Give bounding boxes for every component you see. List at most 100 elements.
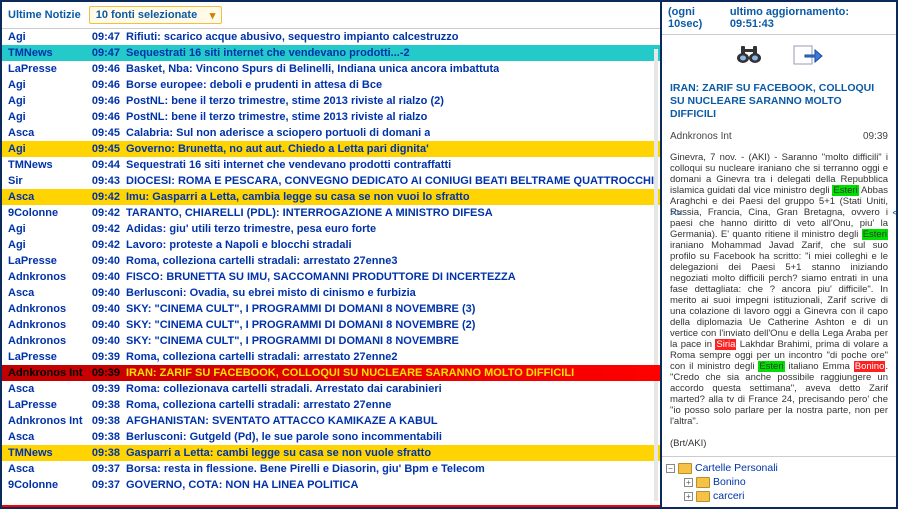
- news-time: 09:38: [84, 446, 120, 460]
- news-source: Asca: [8, 126, 84, 140]
- news-source: Adnkronos: [8, 334, 84, 348]
- news-row[interactable]: Agi09:46 PostNL: bene il terzo trimestre,…: [2, 93, 660, 109]
- detail-time: 09:39: [863, 131, 888, 142]
- news-row[interactable]: Adnkronos09:40FISCO: BRUNETTA SU IMU, SA…: [2, 269, 660, 285]
- news-row[interactable]: TMNews09:47Sequestrati 16 siti internet …: [2, 45, 660, 61]
- news-row[interactable]: Agi09:42Lavoro: proteste a Napoli e bloc…: [2, 237, 660, 253]
- news-time: 09:44: [84, 158, 120, 172]
- news-row[interactable]: Asca09:37Borsa: resta in flessione. Bene…: [2, 461, 660, 477]
- news-row[interactable]: Agi09:47Rifiuti: scarico acque abusivo, …: [2, 29, 660, 45]
- news-title: Borsa: resta in flessione. Bene Pirelli …: [126, 462, 485, 476]
- news-title: IRAN: ZARIF SU FACEBOOK, COLLOQUI SU NUC…: [126, 366, 574, 380]
- news-title: Sequestrati 16 siti internet che vendeva…: [126, 158, 451, 172]
- news-time: 09:39: [84, 366, 120, 380]
- news-row[interactable]: Asca09:45Calabria: Sul non aderisce a sc…: [2, 125, 660, 141]
- news-time: 09:40: [84, 318, 120, 332]
- binoculars-icon[interactable]: [735, 43, 763, 70]
- tree-root[interactable]: − Cartelle Personali: [666, 461, 892, 475]
- news-source: 9Colonne: [8, 478, 84, 492]
- news-row[interactable]: LaPresse09:39Roma, colleziona cartelli s…: [2, 349, 660, 365]
- news-source: Asca: [8, 286, 84, 300]
- news-row[interactable]: Adnkronos09:40SKY: "CINEMA CULT", I PROG…: [2, 317, 660, 333]
- sources-dropdown[interactable]: 10 fonti selezionate: [89, 6, 222, 24]
- news-title: Sequestrati 16 siti internet che vendeva…: [126, 46, 410, 60]
- next-arrow-icon: <<: [892, 208, 896, 219]
- detail-signoff: (Brt/AKI): [670, 438, 706, 449]
- news-title: SKY: "CINEMA CULT", I PROGRAMMI DI DOMAN…: [126, 302, 475, 316]
- news-time: 09:46: [84, 110, 120, 124]
- news-source: LaPresse: [8, 254, 84, 268]
- news-row[interactable]: TMNews09:44Sequestrati 16 siti internet …: [2, 157, 660, 173]
- detail-meta: Adnkronos Int 09:39: [662, 125, 896, 148]
- news-title: FISCO: BRUNETTA SU IMU, SACCOMANNI PRODU…: [126, 270, 516, 284]
- right-panel: (ogni 10sec) ultimo aggiornamento: 09:51…: [662, 2, 896, 507]
- collapse-icon[interactable]: −: [666, 464, 675, 473]
- news-source: Agi: [8, 94, 84, 108]
- news-title: Roma: collezionava cartelli stradali. Ar…: [126, 382, 442, 396]
- news-time: 09:42: [84, 222, 120, 236]
- news-time: 09:37: [84, 478, 120, 492]
- last-update: ultimo aggiornamento: 09:51:43: [730, 6, 890, 30]
- news-time: 09:37: [84, 462, 120, 476]
- refresh-interval: (ogni 10sec): [668, 6, 730, 30]
- news-time: 09:42: [84, 238, 120, 252]
- left-panel: Ultime Notizie 10 fonti selezionate Agi0…: [2, 2, 662, 507]
- news-row[interactable]: Adnkronos09:40SKY: "CINEMA CULT", I PROG…: [2, 333, 660, 349]
- news-time: 09:47: [84, 30, 120, 44]
- news-source: Sir: [8, 174, 84, 188]
- news-time: 09:39: [84, 350, 120, 364]
- news-list[interactable]: Agi09:47Rifiuti: scarico acque abusivo, …: [2, 29, 660, 505]
- news-title: SKY: "CINEMA CULT", I PROGRAMMI DI DOMAN…: [126, 334, 459, 348]
- detail-title: IRAN: ZARIF SU FACEBOOK, COLLOQUI SU NUC…: [662, 78, 896, 125]
- news-time: 09:45: [84, 142, 120, 156]
- news-title: Calabria: Sul non aderisce a sciopero po…: [126, 126, 430, 140]
- news-time: 09:40: [84, 270, 120, 284]
- scrollbar[interactable]: [654, 49, 658, 501]
- app-frame: Ultime Notizie 10 fonti selezionate Agi0…: [0, 0, 898, 509]
- news-source: Asca: [8, 430, 84, 444]
- news-time: 09:46: [84, 94, 120, 108]
- news-title: Lavoro: proteste a Napoli e blocchi stra…: [126, 238, 352, 252]
- news-row[interactable]: Agi09:42Adidas: giu' utili terzo trimest…: [2, 221, 660, 237]
- news-row[interactable]: Asca09:40Berlusconi: Ovadia, su ebrei mi…: [2, 285, 660, 301]
- tree-item[interactable]: + Bonino: [666, 475, 892, 489]
- detail-body[interactable]: >><< Ginevra, 7 nov. - (AKI) - Saranno "…: [662, 148, 896, 456]
- tree-item[interactable]: + carceri: [666, 489, 892, 503]
- news-time: 09:38: [84, 398, 120, 412]
- folder-tree[interactable]: − Cartelle Personali + Bonino + carceri: [662, 456, 896, 507]
- news-row[interactable]: Agi09:45Governo: Brunetta, no aut aut. C…: [2, 141, 660, 157]
- news-row[interactable]: Sir09:43DIOCESI: ROMA E PESCARA, CONVEGN…: [2, 173, 660, 189]
- news-row[interactable]: LaPresse09:46Basket, Nba: Vincono Spurs …: [2, 61, 660, 77]
- news-title: Borse europee: deboli e prudenti in atte…: [126, 78, 382, 92]
- news-row[interactable]: Adnkronos Int09:38AFGHANISTAN: SVENTATO …: [2, 413, 660, 429]
- news-time: 09:38: [84, 430, 120, 444]
- news-time: 09:39: [84, 382, 120, 396]
- detail-source: Adnkronos Int: [670, 131, 732, 142]
- news-time: 09:38: [84, 414, 120, 428]
- news-row[interactable]: Agi09:46PostNL: bene il terzo trimestre,…: [2, 109, 660, 125]
- news-row[interactable]: LaPresse09:38Roma, colleziona cartelli s…: [2, 397, 660, 413]
- forward-arrow-icon[interactable]: [793, 43, 823, 70]
- expand-icon[interactable]: +: [684, 492, 693, 501]
- news-source: Asca: [8, 382, 84, 396]
- news-title: AFGHANISTAN: SVENTATO ATTACCO KAMIKAZE A…: [126, 414, 438, 428]
- news-row[interactable]: Asca09:42Imu: Gasparri a Letta, cambia l…: [2, 189, 660, 205]
- tree-root-label: Cartelle Personali: [695, 461, 778, 475]
- news-row[interactable]: TMNews09:38Gasparri a Letta: cambi legge…: [2, 445, 660, 461]
- news-row[interactable]: Agi09:46Borse europee: deboli e prudenti…: [2, 77, 660, 93]
- news-time: 09:40: [84, 302, 120, 316]
- tree-item-label: carceri: [713, 489, 745, 503]
- news-row[interactable]: Asca09:39 Roma: collezionava cartelli str…: [2, 381, 660, 397]
- news-title: SKY: "CINEMA CULT", I PROGRAMMI DI DOMAN…: [126, 318, 475, 332]
- news-row[interactable]: 9Colonne09:42TARANTO, CHIARELLI (PDL): I…: [2, 205, 660, 221]
- news-title: Gasparri a Letta: cambi legge su casa se…: [126, 446, 431, 460]
- folder-icon: [678, 463, 692, 474]
- news-row[interactable]: LaPresse09:40Roma, colleziona cartelli s…: [2, 253, 660, 269]
- expand-icon[interactable]: +: [684, 478, 693, 487]
- news-row[interactable]: Adnkronos Int09:39IRAN: ZARIF SU FACEBOO…: [2, 365, 660, 381]
- news-row[interactable]: Asca09:38Berlusconi: Gutgeld (Pd), le su…: [2, 429, 660, 445]
- news-row[interactable]: Adnkronos09:40SKY: "CINEMA CULT", I PROG…: [2, 301, 660, 317]
- news-row[interactable]: 9Colonne09:37GOVERNO, COTA: NON HA LINEA…: [2, 477, 660, 493]
- news-title: PostNL: bene il terzo trimestre, stime 2…: [126, 94, 444, 108]
- news-time: 09:46: [84, 62, 120, 76]
